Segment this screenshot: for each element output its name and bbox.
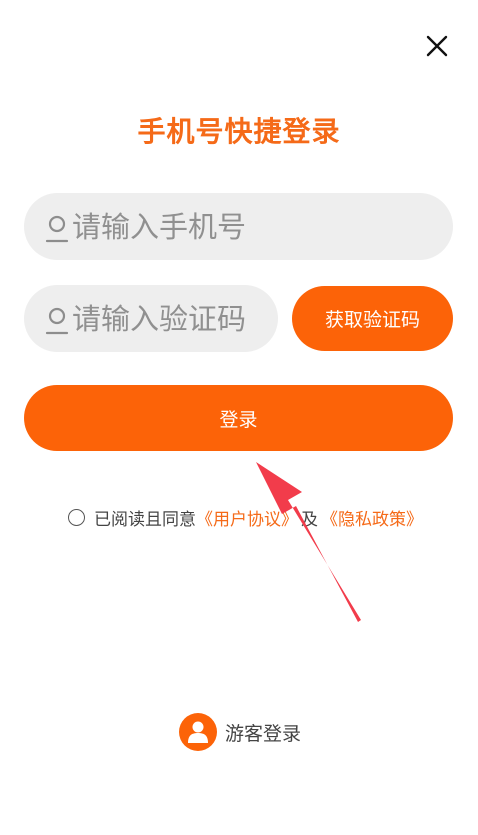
person-outline-icon xyxy=(44,210,70,244)
user-agreement-link[interactable]: 《用户协议》 xyxy=(196,505,298,530)
login-button[interactable]: 登录 xyxy=(24,385,453,451)
guest-login-button[interactable]: 游客登录 xyxy=(179,712,301,752)
code-input[interactable] xyxy=(70,296,278,341)
agreement-row: 已阅读且同意 《用户协议》 及 《隐私政策》 xyxy=(68,505,423,530)
close-button[interactable] xyxy=(421,30,453,62)
agree-radio[interactable] xyxy=(68,508,85,526)
code-field[interactable] xyxy=(24,285,278,352)
privacy-policy-link[interactable]: 《隐私政策》 xyxy=(321,505,423,530)
guest-login-label: 游客登录 xyxy=(225,722,302,745)
page-title: 手机号快捷登录 xyxy=(137,115,341,148)
get-code-button[interactable]: 获取验证码 xyxy=(292,286,453,351)
phone-input[interactable] xyxy=(70,204,453,249)
close-icon xyxy=(426,35,448,57)
person-outline-icon xyxy=(44,302,70,336)
phone-field[interactable] xyxy=(24,193,453,260)
agreement-and: 及 xyxy=(301,509,318,530)
agreement-prefix: 已阅读且同意 xyxy=(94,509,196,530)
user-avatar-icon xyxy=(179,713,217,751)
